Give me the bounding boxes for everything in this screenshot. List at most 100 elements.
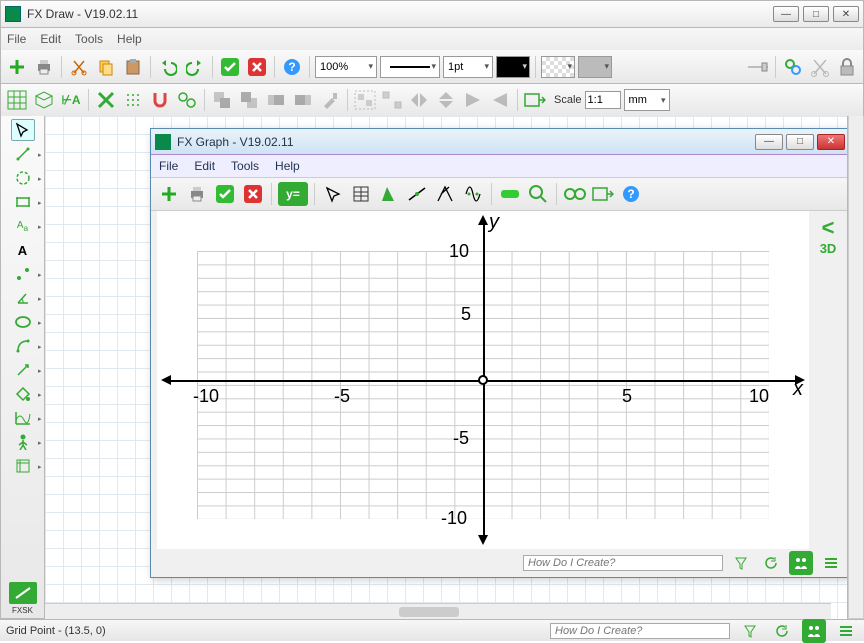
text-tool[interactable]: A: [11, 239, 35, 261]
circle-tool[interactable]: ▸: [11, 167, 35, 189]
graph-canvas[interactable]: x y 10 5 -5 -10 -10 -5 5 10: [157, 211, 809, 549]
rectangle-tool[interactable]: ▸: [11, 191, 35, 213]
child-maximize-button[interactable]: □: [786, 134, 814, 150]
equation-button[interactable]: y=: [278, 182, 308, 206]
link-button[interactable]: [781, 55, 805, 79]
child-help-button[interactable]: ?: [619, 182, 643, 206]
3d-toggle[interactable]: < 3D: [813, 215, 843, 256]
zoom-combo[interactable]: 100%: [315, 56, 377, 78]
bring-front-button[interactable]: [210, 88, 234, 112]
select-tool[interactable]: [11, 119, 35, 141]
child-people-icon[interactable]: [789, 551, 813, 575]
forward-button[interactable]: [264, 88, 288, 112]
units-combo[interactable]: mm: [624, 89, 670, 111]
copy-button[interactable]: [94, 55, 118, 79]
help-button[interactable]: ?: [280, 55, 304, 79]
snap-text-button[interactable]: ⊬A: [59, 88, 83, 112]
rotate-button[interactable]: [461, 88, 485, 112]
label-tool[interactable]: Aa▸: [11, 215, 35, 237]
fill-tool[interactable]: ▸: [11, 383, 35, 405]
menu-help[interactable]: Help: [117, 32, 142, 46]
h-scrollbar[interactable]: [45, 603, 831, 619]
close-button[interactable]: ✕: [833, 6, 859, 22]
child-menu-edit[interactable]: Edit: [194, 159, 215, 173]
child-accept-button[interactable]: [213, 182, 237, 206]
rotate2-button[interactable]: [488, 88, 512, 112]
dots-button[interactable]: [121, 88, 145, 112]
clip-tool[interactable]: ▸: [11, 455, 35, 477]
line-color-picker[interactable]: [496, 56, 530, 78]
status-menu-icon[interactable]: [834, 619, 858, 643]
line-weight-combo[interactable]: 1pt: [443, 56, 493, 78]
brush-button[interactable]: [318, 88, 342, 112]
child-refresh-icon[interactable]: [759, 551, 783, 575]
flip-h-button[interactable]: [407, 88, 431, 112]
export-graph-button[interactable]: [591, 182, 615, 206]
fxsk-button[interactable]: [9, 582, 37, 604]
curve-tool[interactable]: ▸: [11, 335, 35, 357]
group-button[interactable]: [353, 88, 377, 112]
flip-v-button[interactable]: [434, 88, 458, 112]
child-print-button[interactable]: [185, 182, 209, 206]
angle-tool[interactable]: ▸: [11, 287, 35, 309]
fill-pattern-picker[interactable]: [541, 56, 575, 78]
v-scrollbar[interactable]: [848, 116, 864, 619]
main-search-input[interactable]: [550, 623, 730, 639]
backward-button[interactable]: [291, 88, 315, 112]
send-back-button[interactable]: [237, 88, 261, 112]
scale-input[interactable]: [585, 91, 621, 109]
lock-button[interactable]: [835, 55, 859, 79]
child-add-button[interactable]: [157, 182, 181, 206]
child-titlebar[interactable]: FX Graph - V19.02.11 — □ ✕: [151, 129, 848, 155]
cancel-button[interactable]: [245, 55, 269, 79]
paste-button[interactable]: [121, 55, 145, 79]
add-button[interactable]: [5, 55, 29, 79]
canvas-area[interactable]: FX Graph - V19.02.11 — □ ✕ File Edit Too…: [45, 116, 848, 619]
menu-file[interactable]: File: [7, 32, 26, 46]
menu-edit[interactable]: Edit: [40, 32, 61, 46]
isometric-grid-button[interactable]: [32, 88, 56, 112]
print-button[interactable]: [32, 55, 56, 79]
zoom-button[interactable]: [526, 182, 550, 206]
child-close-button[interactable]: ✕: [817, 134, 845, 150]
roots-button[interactable]: [461, 182, 485, 206]
status-people-icon[interactable]: [802, 619, 826, 643]
child-menu-icon[interactable]: [819, 551, 843, 575]
integral-button[interactable]: [377, 182, 401, 206]
ungroup-button[interactable]: [380, 88, 404, 112]
child-search-input[interactable]: [523, 555, 723, 571]
table-button[interactable]: [349, 182, 373, 206]
child-filter-icon[interactable]: [729, 551, 753, 575]
line-style-combo[interactable]: [380, 56, 440, 78]
status-filter-icon[interactable]: [738, 619, 762, 643]
accept-button[interactable]: [218, 55, 242, 79]
vector-tool[interactable]: ▸: [11, 359, 35, 381]
export-button[interactable]: [523, 88, 547, 112]
fill-color-picker[interactable]: [578, 56, 612, 78]
line-tool[interactable]: ▸: [11, 143, 35, 165]
child-menu-tools[interactable]: Tools: [231, 159, 259, 173]
graph-tool[interactable]: ▸: [11, 407, 35, 429]
maximize-button[interactable]: □: [803, 6, 829, 22]
slider-icon[interactable]: [746, 55, 770, 79]
child-select-tool[interactable]: [321, 182, 345, 206]
child-cancel-button[interactable]: [241, 182, 265, 206]
mask-button[interactable]: [563, 182, 587, 206]
grid-button[interactable]: [5, 88, 29, 112]
magnet-button[interactable]: [148, 88, 172, 112]
undo-button[interactable]: [156, 55, 180, 79]
status-refresh-icon[interactable]: [770, 619, 794, 643]
cut-button[interactable]: [67, 55, 91, 79]
redo-button[interactable]: [183, 55, 207, 79]
tangent-button[interactable]: [405, 182, 429, 206]
minimize-button[interactable]: —: [773, 6, 799, 22]
child-menu-file[interactable]: File: [159, 159, 178, 173]
ellipse-tool[interactable]: ▸: [11, 311, 35, 333]
delete-x-button[interactable]: [94, 88, 118, 112]
link2-button[interactable]: [175, 88, 199, 112]
menu-tools[interactable]: Tools: [75, 32, 103, 46]
child-minimize-button[interactable]: —: [755, 134, 783, 150]
point-tool[interactable]: ▸: [11, 263, 35, 285]
intersect-button[interactable]: [433, 182, 457, 206]
person-tool[interactable]: ▸: [11, 431, 35, 453]
